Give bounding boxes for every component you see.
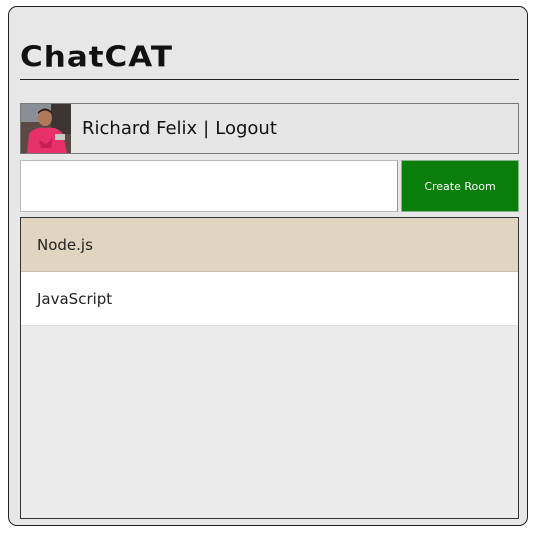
room-name-input[interactable] (20, 160, 398, 212)
create-room-row: Create Room (20, 160, 519, 212)
logout-link[interactable]: Logout (215, 118, 277, 139)
create-room-button[interactable]: Create Room (401, 160, 519, 212)
room-list: Node.js JavaScript (20, 217, 519, 519)
room-label: Node.js (37, 235, 93, 254)
chat-app-window: ChatCAT Richard Felix | Logout Create Ro… (8, 6, 528, 526)
user-bar: Richard Felix | Logout (20, 103, 519, 154)
user-separator: | (203, 118, 210, 139)
user-avatar-photo-icon (21, 104, 71, 153)
room-item-javascript[interactable]: JavaScript (21, 272, 518, 326)
user-name: Richard Felix (82, 118, 198, 139)
title-divider (20, 79, 519, 80)
room-item-nodejs[interactable]: Node.js (21, 218, 518, 272)
user-info: Richard Felix | Logout (82, 118, 277, 139)
avatar (21, 104, 71, 153)
room-label: JavaScript (37, 289, 113, 308)
app-title: ChatCAT (20, 40, 174, 74)
